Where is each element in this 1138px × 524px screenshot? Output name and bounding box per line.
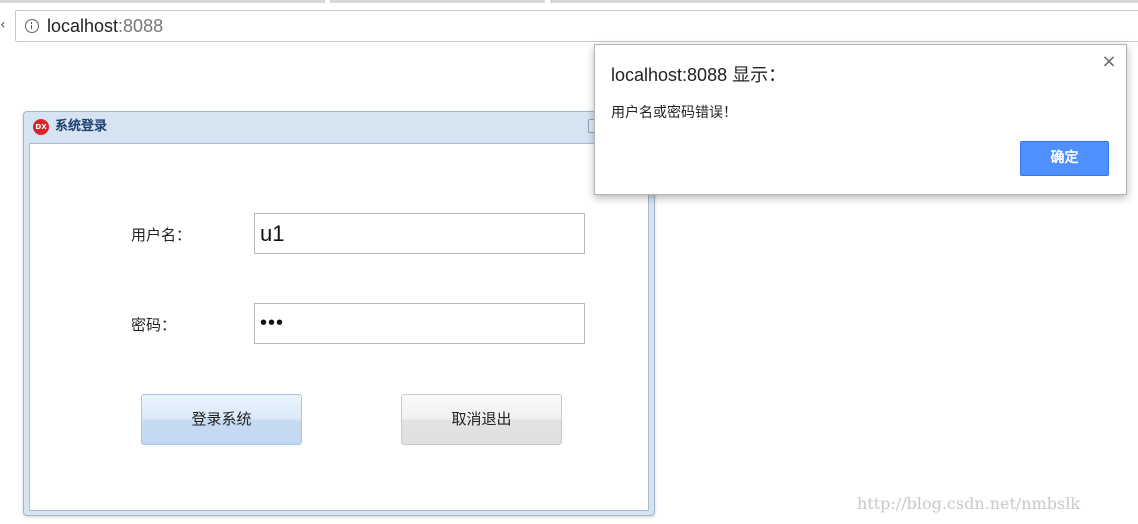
window-title: 系统登录: [55, 119, 108, 134]
password-input[interactable]: •••: [254, 303, 585, 344]
login-button[interactable]: 登录系统: [141, 394, 302, 445]
login-window: DX 系统登录 用户名： u1 密码： ••• 登录系统 取消退出: [23, 111, 655, 516]
alert-message: 用户名或密码错误！: [611, 105, 737, 121]
tab-edge: [330, 0, 545, 3]
address-bar[interactable]: localhost:8088: [15, 10, 1138, 42]
close-icon[interactable]: ×: [1099, 52, 1119, 72]
browser-toolbar: ‹ localhost:8088: [0, 4, 1138, 46]
url-host: localhost: [47, 16, 119, 36]
info-icon[interactable]: [25, 19, 39, 33]
watermark: http://blog.csdn.net/nmbslk: [857, 494, 1081, 513]
username-label: 用户名：: [131, 226, 192, 244]
address-url[interactable]: localhost:8088: [47, 16, 163, 36]
login-form: 用户名： u1 密码： ••• 登录系统 取消退出: [29, 143, 649, 511]
window-titlebar[interactable]: DX 系统登录: [24, 112, 654, 142]
tab-edge: [0, 0, 325, 3]
tab-edge: [550, 0, 1138, 3]
ok-button[interactable]: 确定: [1020, 141, 1109, 176]
alert-title: localhost:8088 显示：: [611, 65, 787, 85]
alert-dialog: localhost:8088 显示： × 用户名或密码错误！ 确定: [594, 44, 1127, 195]
cancel-exit-button[interactable]: 取消退出: [401, 394, 562, 445]
app-logo-icon: DX: [33, 119, 49, 135]
password-label: 密码：: [131, 316, 177, 334]
back-button-fragment[interactable]: ‹: [0, 18, 6, 32]
url-port: :8088: [118, 16, 164, 36]
username-input[interactable]: u1: [254, 213, 585, 254]
